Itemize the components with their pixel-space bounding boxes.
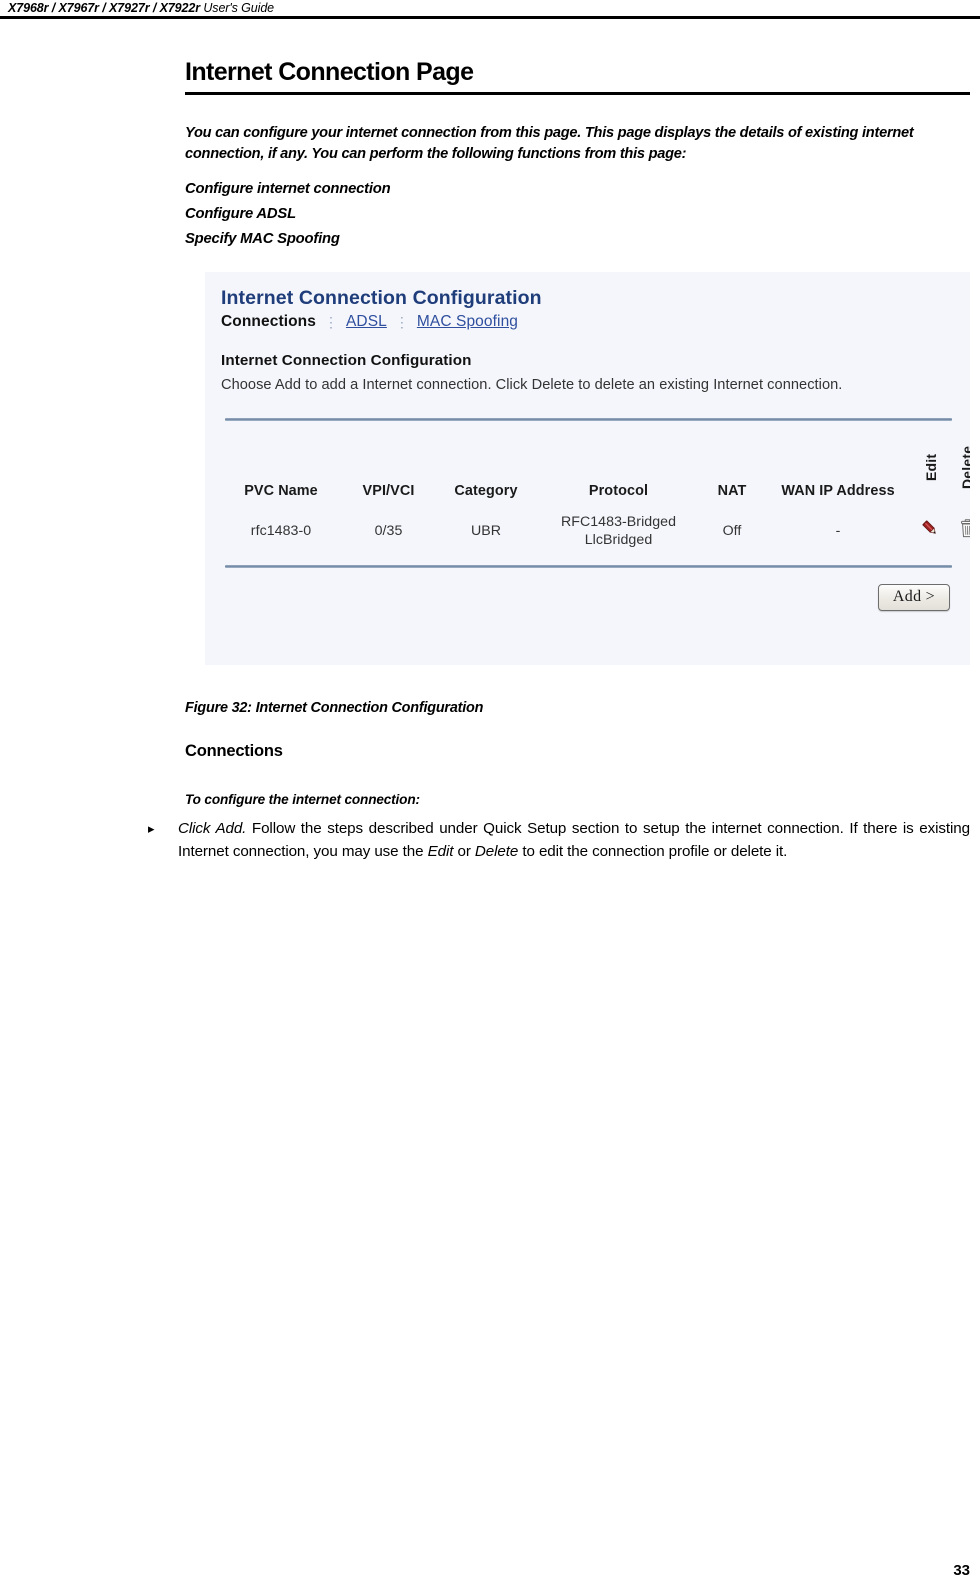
function-list: Configure internet connection Configure …: [185, 177, 970, 252]
intro-paragraph: You can configure your internet connecti…: [185, 125, 914, 162]
function-item-2: Specify MAC Spoofing: [185, 231, 340, 247]
router-tab-bar: Connections ⋮ ADSL ⋮ MAC Spoofing: [221, 312, 956, 332]
column-header-nat: NAT: [717, 483, 747, 499]
bullet-segment-2: Edit: [427, 842, 454, 860]
column-header-edit: Edit: [913, 421, 948, 503]
cell-category: UBR: [470, 523, 502, 539]
tab-mac-spoofing[interactable]: MAC Spoofing: [417, 312, 518, 332]
bullet-segment-4: Delete: [474, 842, 519, 860]
connections-table: PVC Name VPI/VCI Category Protocol NAT W…: [221, 421, 970, 555]
bullet-segment-3: or: [453, 842, 475, 860]
cell-edit-action[interactable]: [913, 503, 948, 555]
cell-protocol-line1: RFC1483-Bridged: [560, 514, 677, 530]
router-section-title: Internet Connection Configuration: [221, 352, 472, 369]
running-header-text: X7968r / X7967r / X7927r / X7922r User's…: [8, 0, 972, 16]
table-row: rfc1483-0 0/35 UBR RFC1483-Bridged LlcBr…: [221, 503, 970, 555]
page-number: 33: [953, 1562, 970, 1579]
tab-adsl[interactable]: ADSL: [346, 312, 387, 332]
bullet-segment-5: to edit the connection profile or delete…: [518, 842, 788, 860]
router-page-title: Internet Connection Configuration: [221, 287, 542, 309]
page-running-header: X7968r / X7967r / X7927r / X7922r User's…: [0, 0, 980, 16]
header-models: X7968r / X7967r / X7927r / X7922r: [8, 1, 200, 15]
sub-heading-connections: Connections: [185, 742, 283, 760]
cell-vpi-vci: 0/35: [374, 523, 403, 539]
header-divider-rule: [0, 16, 980, 19]
tab-connections[interactable]: Connections: [221, 312, 316, 332]
cell-delete-action[interactable]: [948, 503, 970, 555]
figure-caption: Figure 32: Internet Connection Configura…: [185, 700, 484, 716]
column-header-vpi-vci: VPI/VCI: [362, 483, 415, 499]
column-header-wan-ip-address: WAN IP Address: [781, 483, 895, 499]
column-header-pvc-name: PVC Name: [244, 483, 318, 499]
cell-wan-ip-address: -: [835, 523, 841, 539]
add-button-row: Add >: [221, 568, 956, 611]
column-header-edit-label: Edit: [922, 453, 939, 481]
cell-protocol-line2: LlcBridged: [584, 532, 653, 548]
trash-icon[interactable]: [959, 519, 970, 543]
router-section-description: Choose Add to add a Internet connection.…: [221, 377, 843, 393]
cell-protocol: RFC1483-Bridged LlcBridged: [536, 503, 701, 555]
header-guide-label: User's Guide: [203, 1, 275, 15]
bullet-text: Click Add. Follow the steps described un…: [178, 818, 970, 863]
function-item-0: Configure internet connection: [185, 181, 391, 197]
table-header-row: PVC Name VPI/VCI Category Protocol NAT W…: [221, 421, 970, 503]
bullet-arrow-icon: ▸: [148, 821, 155, 836]
column-header-delete-label: Delete: [959, 445, 970, 489]
page-title: Internet Connection Page: [185, 57, 970, 95]
tab-separator-0: ⋮: [323, 314, 338, 330]
column-header-protocol: Protocol: [588, 483, 649, 499]
bullet-segment-0: Click Add.: [178, 820, 247, 837]
function-item-1: Configure ADSL: [185, 206, 296, 222]
pencil-icon[interactable]: [921, 519, 940, 543]
cell-pvc-name: rfc1483-0: [250, 523, 312, 539]
add-button[interactable]: Add >: [877, 584, 950, 611]
column-header-delete: Delete: [948, 421, 970, 503]
column-header-category: Category: [454, 483, 518, 499]
bullet-item: ▸ Click Add. Follow the steps described …: [140, 818, 970, 863]
figure-internet-connection-configuration: Internet Connection Configuration Connec…: [205, 272, 970, 665]
tab-separator-1: ⋮: [394, 314, 409, 330]
cell-nat: Off: [722, 523, 742, 539]
lead-in-text: To configure the internet connection:: [185, 792, 420, 807]
